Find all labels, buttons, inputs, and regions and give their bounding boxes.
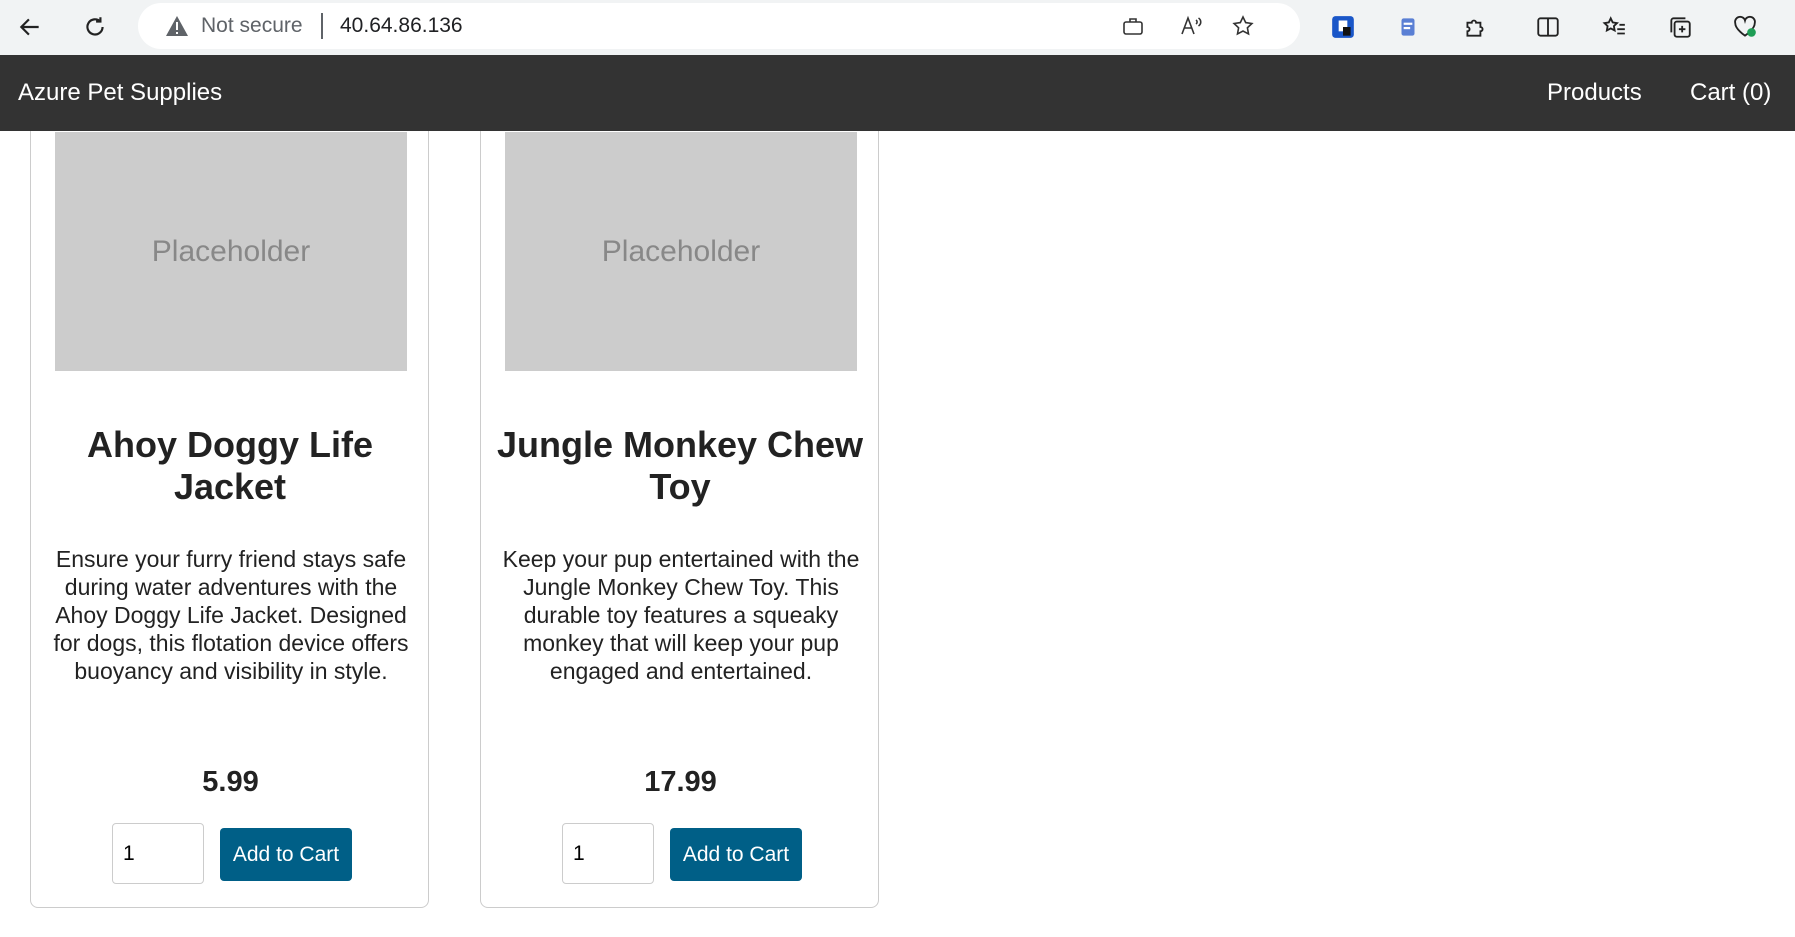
site-navbar: Azure Pet Supplies Products Cart (0) bbox=[0, 55, 1795, 131]
product-description: Keep your pup entertained with the Jungl… bbox=[502, 546, 860, 684]
product-image-placeholder: Placeholder bbox=[505, 132, 857, 371]
site-brand[interactable]: Azure Pet Supplies bbox=[18, 79, 222, 107]
product-price: 5.99 bbox=[202, 766, 259, 798]
app-available-icon[interactable] bbox=[1118, 11, 1148, 41]
read-aloud-icon[interactable] bbox=[1176, 11, 1206, 41]
nav-products-link[interactable]: Products bbox=[1547, 79, 1642, 107]
add-to-cart-button[interactable]: Add to Cart bbox=[220, 828, 352, 881]
favorites-list-icon[interactable] bbox=[1594, 7, 1634, 47]
product-card: Placeholder Ahoy Doggy Life Jacket Ensur… bbox=[30, 100, 429, 908]
browser-toolbar: Not secure 40.64.86.136 bbox=[0, 0, 1795, 55]
product-title: Jungle Monkey Chew Toy bbox=[496, 424, 864, 507]
product-card: Placeholder Jungle Monkey Chew Toy Keep … bbox=[480, 100, 879, 908]
product-description: Ensure your furry friend stays safe duri… bbox=[53, 546, 409, 684]
password-manager-icon[interactable] bbox=[1323, 7, 1363, 47]
security-status[interactable]: Not secure bbox=[201, 14, 303, 38]
favorite-star-icon[interactable] bbox=[1228, 11, 1258, 41]
address-divider bbox=[321, 13, 323, 39]
add-to-cart-button[interactable]: Add to Cart bbox=[670, 828, 802, 881]
split-screen-icon[interactable] bbox=[1528, 7, 1568, 47]
url-text[interactable]: 40.64.86.136 bbox=[340, 14, 463, 38]
quantity-input[interactable] bbox=[562, 823, 654, 884]
browser-essentials-icon[interactable] bbox=[1725, 7, 1765, 47]
back-arrow-icon[interactable] bbox=[10, 7, 50, 47]
refresh-icon[interactable] bbox=[75, 7, 115, 47]
product-price: 17.99 bbox=[644, 766, 717, 798]
product-image-placeholder: Placeholder bbox=[55, 132, 407, 371]
quantity-input[interactable] bbox=[112, 823, 204, 884]
product-title: Ahoy Doggy Life Jacket bbox=[87, 424, 373, 507]
address-bar[interactable]: Not secure 40.64.86.136 bbox=[138, 3, 1300, 49]
warning-icon[interactable] bbox=[165, 15, 189, 37]
extension-document-icon[interactable] bbox=[1388, 7, 1428, 47]
nav-cart-link[interactable]: Cart (0) bbox=[1690, 79, 1771, 107]
collections-icon[interactable] bbox=[1660, 7, 1700, 47]
extensions-puzzle-icon[interactable] bbox=[1455, 7, 1495, 47]
